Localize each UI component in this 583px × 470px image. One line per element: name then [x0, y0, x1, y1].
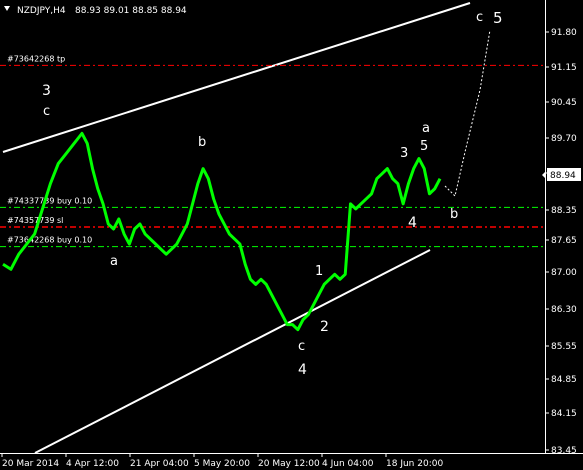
x-tick-label: 4 Apr 12:00 — [66, 459, 119, 469]
header-arrow-icon[interactable] — [4, 6, 10, 11]
y-tick-label: 89.70 — [551, 134, 577, 144]
x-tick-label: 20 Mar 2014 — [2, 459, 59, 469]
header-symbol: NZDJPY,H4 — [17, 6, 66, 16]
y-tick-label: 90.45 — [551, 98, 577, 108]
header-ohlc: 88.93 89.01 88.85 88.94 — [75, 6, 187, 16]
y-tick-label: 87.00 — [551, 268, 577, 278]
channel-upper-line[interactable] — [2, 2, 471, 153]
y-tick-label: 83.45 — [551, 446, 577, 456]
wave-label: c — [43, 104, 50, 119]
y-tick-label: 84.85 — [551, 375, 577, 385]
x-tick-label: 21 Apr 04:00 — [130, 459, 189, 469]
channel-lower-line[interactable] — [34, 249, 431, 454]
wave-label: 5 — [420, 139, 428, 154]
wave-label: 4 — [408, 215, 417, 231]
y-tick-label: 91.80 — [551, 28, 577, 38]
wave-label: 2 — [320, 319, 329, 335]
order-line-label: #73642268 buy 0.10 — [7, 236, 92, 245]
y-tick-label: 87.65 — [551, 236, 577, 246]
wave-label: 3 — [400, 146, 408, 161]
wave-label: a — [422, 121, 430, 136]
wave-label: b — [198, 135, 206, 150]
wave-label: 1 — [315, 264, 323, 279]
y-tick-label: 86.30 — [551, 305, 577, 315]
wave-label: c — [476, 10, 483, 25]
x-tick-label: 4 Jun 04:00 — [322, 459, 374, 469]
order-line-label: #74357739 sl — [7, 216, 63, 225]
price-chart[interactable]: NZDJPY,H4 88.93 89.01 88.85 88.94 91.80 9… — [0, 0, 583, 470]
y-tick-label: 91.15 — [551, 63, 577, 73]
wave-label: c — [298, 339, 305, 354]
price-series-line — [2, 131, 442, 332]
y-tick-label: 88.35 — [551, 206, 577, 216]
y-tick-label: 84.15 — [551, 409, 577, 419]
x-tick-label: 18 Jun 20:00 — [386, 459, 443, 469]
current-price-pointer — [542, 172, 545, 178]
chart-window: NZDJPY,H4 88.93 89.01 88.85 88.94 91.80 9… — [0, 0, 583, 470]
order-line-label: #73642268 tp — [7, 54, 65, 63]
x-tick-label: 5 May 20:00 — [194, 459, 250, 469]
current-price-label: 88.94 — [550, 171, 576, 181]
x-tick-label: 20 May 12:00 — [258, 459, 320, 469]
wave-label: a — [110, 254, 118, 269]
y-tick-label: 85.55 — [551, 342, 577, 352]
projection-path — [444, 29, 491, 197]
wave-label: 5 — [493, 9, 503, 27]
order-line-label: #74337739 buy 0.10 — [7, 196, 92, 205]
wave-label: b — [450, 207, 458, 222]
wave-label: 3 — [42, 83, 51, 99]
wave-label: 4 — [298, 362, 307, 378]
